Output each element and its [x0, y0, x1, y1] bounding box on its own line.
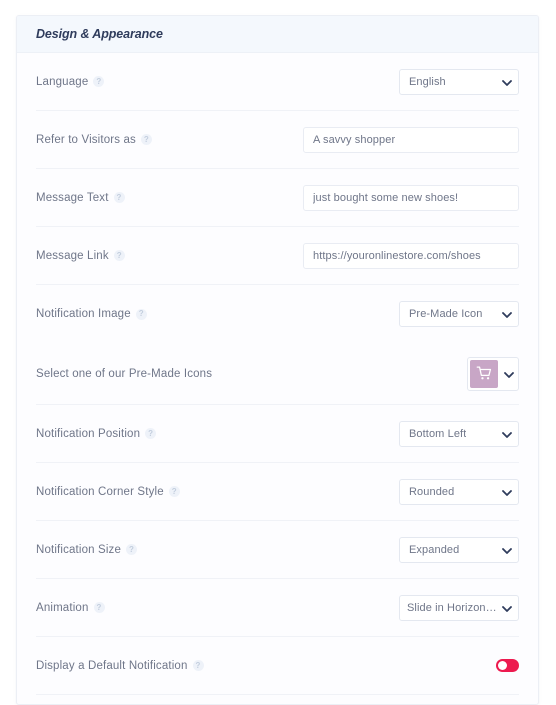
control-default-notification — [496, 659, 519, 672]
control-refer-to-visitors — [303, 126, 519, 153]
row-premade-icons: Select one of our Pre-Made Icons — [36, 343, 519, 405]
notification-image-select[interactable]: Pre-Made Icon — [399, 301, 519, 327]
label-default-notification-group: Display a Default Notification ? — [36, 660, 204, 672]
notification-size-select-value: Expanded — [409, 543, 460, 556]
label-refer-to-visitors-group: Refer to Visitors as ? — [36, 134, 152, 146]
chevron-down-icon — [502, 430, 512, 438]
help-icon[interactable]: ? — [140, 134, 152, 145]
chevron-down-icon — [502, 488, 512, 496]
row-notification-corner-style: Notification Corner Style ? Rounded — [36, 463, 519, 521]
row-notification-size: Notification Size ? Expanded — [36, 521, 519, 579]
default-notification-toggle[interactable] — [496, 659, 519, 672]
label-notification-image-group: Notification Image ? — [36, 308, 147, 320]
label-notification-size-group: Notification Size ? — [36, 543, 138, 556]
help-icon[interactable]: ? — [145, 428, 157, 439]
refer-to-visitors-input[interactable] — [303, 126, 519, 153]
control-notification-position: Bottom Left — [399, 420, 519, 447]
notification-corner-style-select-value: Rounded — [409, 485, 455, 498]
row-language: Language ? English — [36, 53, 519, 111]
label-refer-to-visitors: Refer to Visitors as — [36, 133, 136, 146]
chevron-down-icon — [502, 310, 512, 318]
label-animation-group: Animation ? — [36, 602, 105, 614]
row-message-text: Message Text ? — [36, 169, 519, 227]
shopping-cart-icon — [470, 359, 498, 388]
chevron-down-icon — [504, 370, 514, 378]
control-premade-icons — [467, 356, 519, 391]
help-icon[interactable]: ? — [168, 486, 180, 497]
control-notification-size: Expanded — [399, 536, 519, 563]
row-default-notification: Display a Default Notification ? — [36, 637, 519, 695]
row-notification-position: Notification Position ? Bottom Left — [36, 405, 519, 463]
control-language: English — [399, 68, 519, 95]
design-appearance-card: Design & Appearance Language ? English R… — [16, 15, 539, 705]
help-icon[interactable]: ? — [93, 76, 105, 87]
label-premade-icons: Select one of our Pre-Made Icons — [36, 367, 213, 380]
help-icon[interactable]: ? — [135, 308, 147, 320]
label-message-link: Message Link — [36, 249, 109, 262]
label-premade-icons-group: Select one of our Pre-Made Icons — [36, 368, 212, 380]
row-message-link: Message Link ? — [36, 227, 519, 285]
help-icon[interactable]: ? — [93, 602, 105, 613]
help-icon[interactable]: ? — [192, 660, 204, 671]
card-header: Design & Appearance — [17, 16, 538, 53]
settings-page: Design & Appearance Language ? English R… — [0, 0, 556, 705]
row-notification-image: Notification Image ? Pre-Made Icon — [36, 285, 519, 343]
label-animation: Animation — [36, 601, 89, 614]
help-icon[interactable]: ? — [126, 544, 138, 555]
animation-select[interactable]: Slide in Horizontally — [399, 594, 519, 621]
notification-position-select-value: Bottom Left — [409, 427, 467, 440]
control-message-link — [303, 242, 519, 269]
label-notification-position-group: Notification Position ? — [36, 427, 157, 440]
label-message-text-group: Message Text ? — [36, 192, 125, 204]
chevron-down-icon — [502, 78, 512, 86]
label-notification-corner-style-group: Notification Corner Style ? — [36, 486, 180, 498]
message-link-input[interactable] — [303, 242, 519, 269]
label-message-text: Message Text — [36, 191, 109, 204]
label-notification-size: Notification Size — [36, 543, 122, 556]
notification-corner-style-select[interactable]: Rounded — [399, 478, 519, 505]
notification-position-select[interactable]: Bottom Left — [399, 420, 519, 447]
help-icon[interactable]: ? — [113, 192, 125, 203]
control-message-text — [303, 184, 519, 211]
row-animation: Animation ? Slide in Horizontally — [36, 579, 519, 637]
animation-select-value: Slide in Horizontally — [407, 601, 498, 614]
label-message-link-group: Message Link ? — [36, 250, 125, 262]
language-select[interactable]: English — [399, 68, 519, 95]
label-language: Language — [36, 75, 89, 88]
label-default-notification: Display a Default Notification — [36, 659, 188, 672]
chevron-down-icon — [502, 546, 512, 554]
label-notification-position: Notification Position — [36, 427, 141, 440]
page-title: Design & Appearance — [36, 27, 163, 41]
control-animation: Slide in Horizontally — [399, 594, 519, 621]
premade-icon-picker[interactable] — [467, 356, 519, 391]
label-notification-image: Notification Image — [36, 308, 131, 320]
chevron-down-icon — [502, 604, 512, 612]
card-body: Language ? English Refer to Visitors as — [17, 53, 538, 695]
control-notification-corner-style: Rounded — [399, 478, 519, 505]
label-language-group: Language ? — [36, 75, 105, 88]
row-refer-to-visitors: Refer to Visitors as ? — [36, 111, 519, 169]
language-select-value: English — [409, 75, 446, 88]
label-notification-corner-style: Notification Corner Style — [36, 485, 164, 498]
notification-size-select[interactable]: Expanded — [399, 536, 519, 563]
message-text-input[interactable] — [303, 184, 519, 211]
help-icon[interactable]: ? — [113, 250, 125, 261]
notification-image-select-value: Pre-Made Icon — [409, 308, 483, 320]
toggle-knob — [498, 661, 507, 670]
control-notification-image: Pre-Made Icon — [399, 301, 519, 327]
